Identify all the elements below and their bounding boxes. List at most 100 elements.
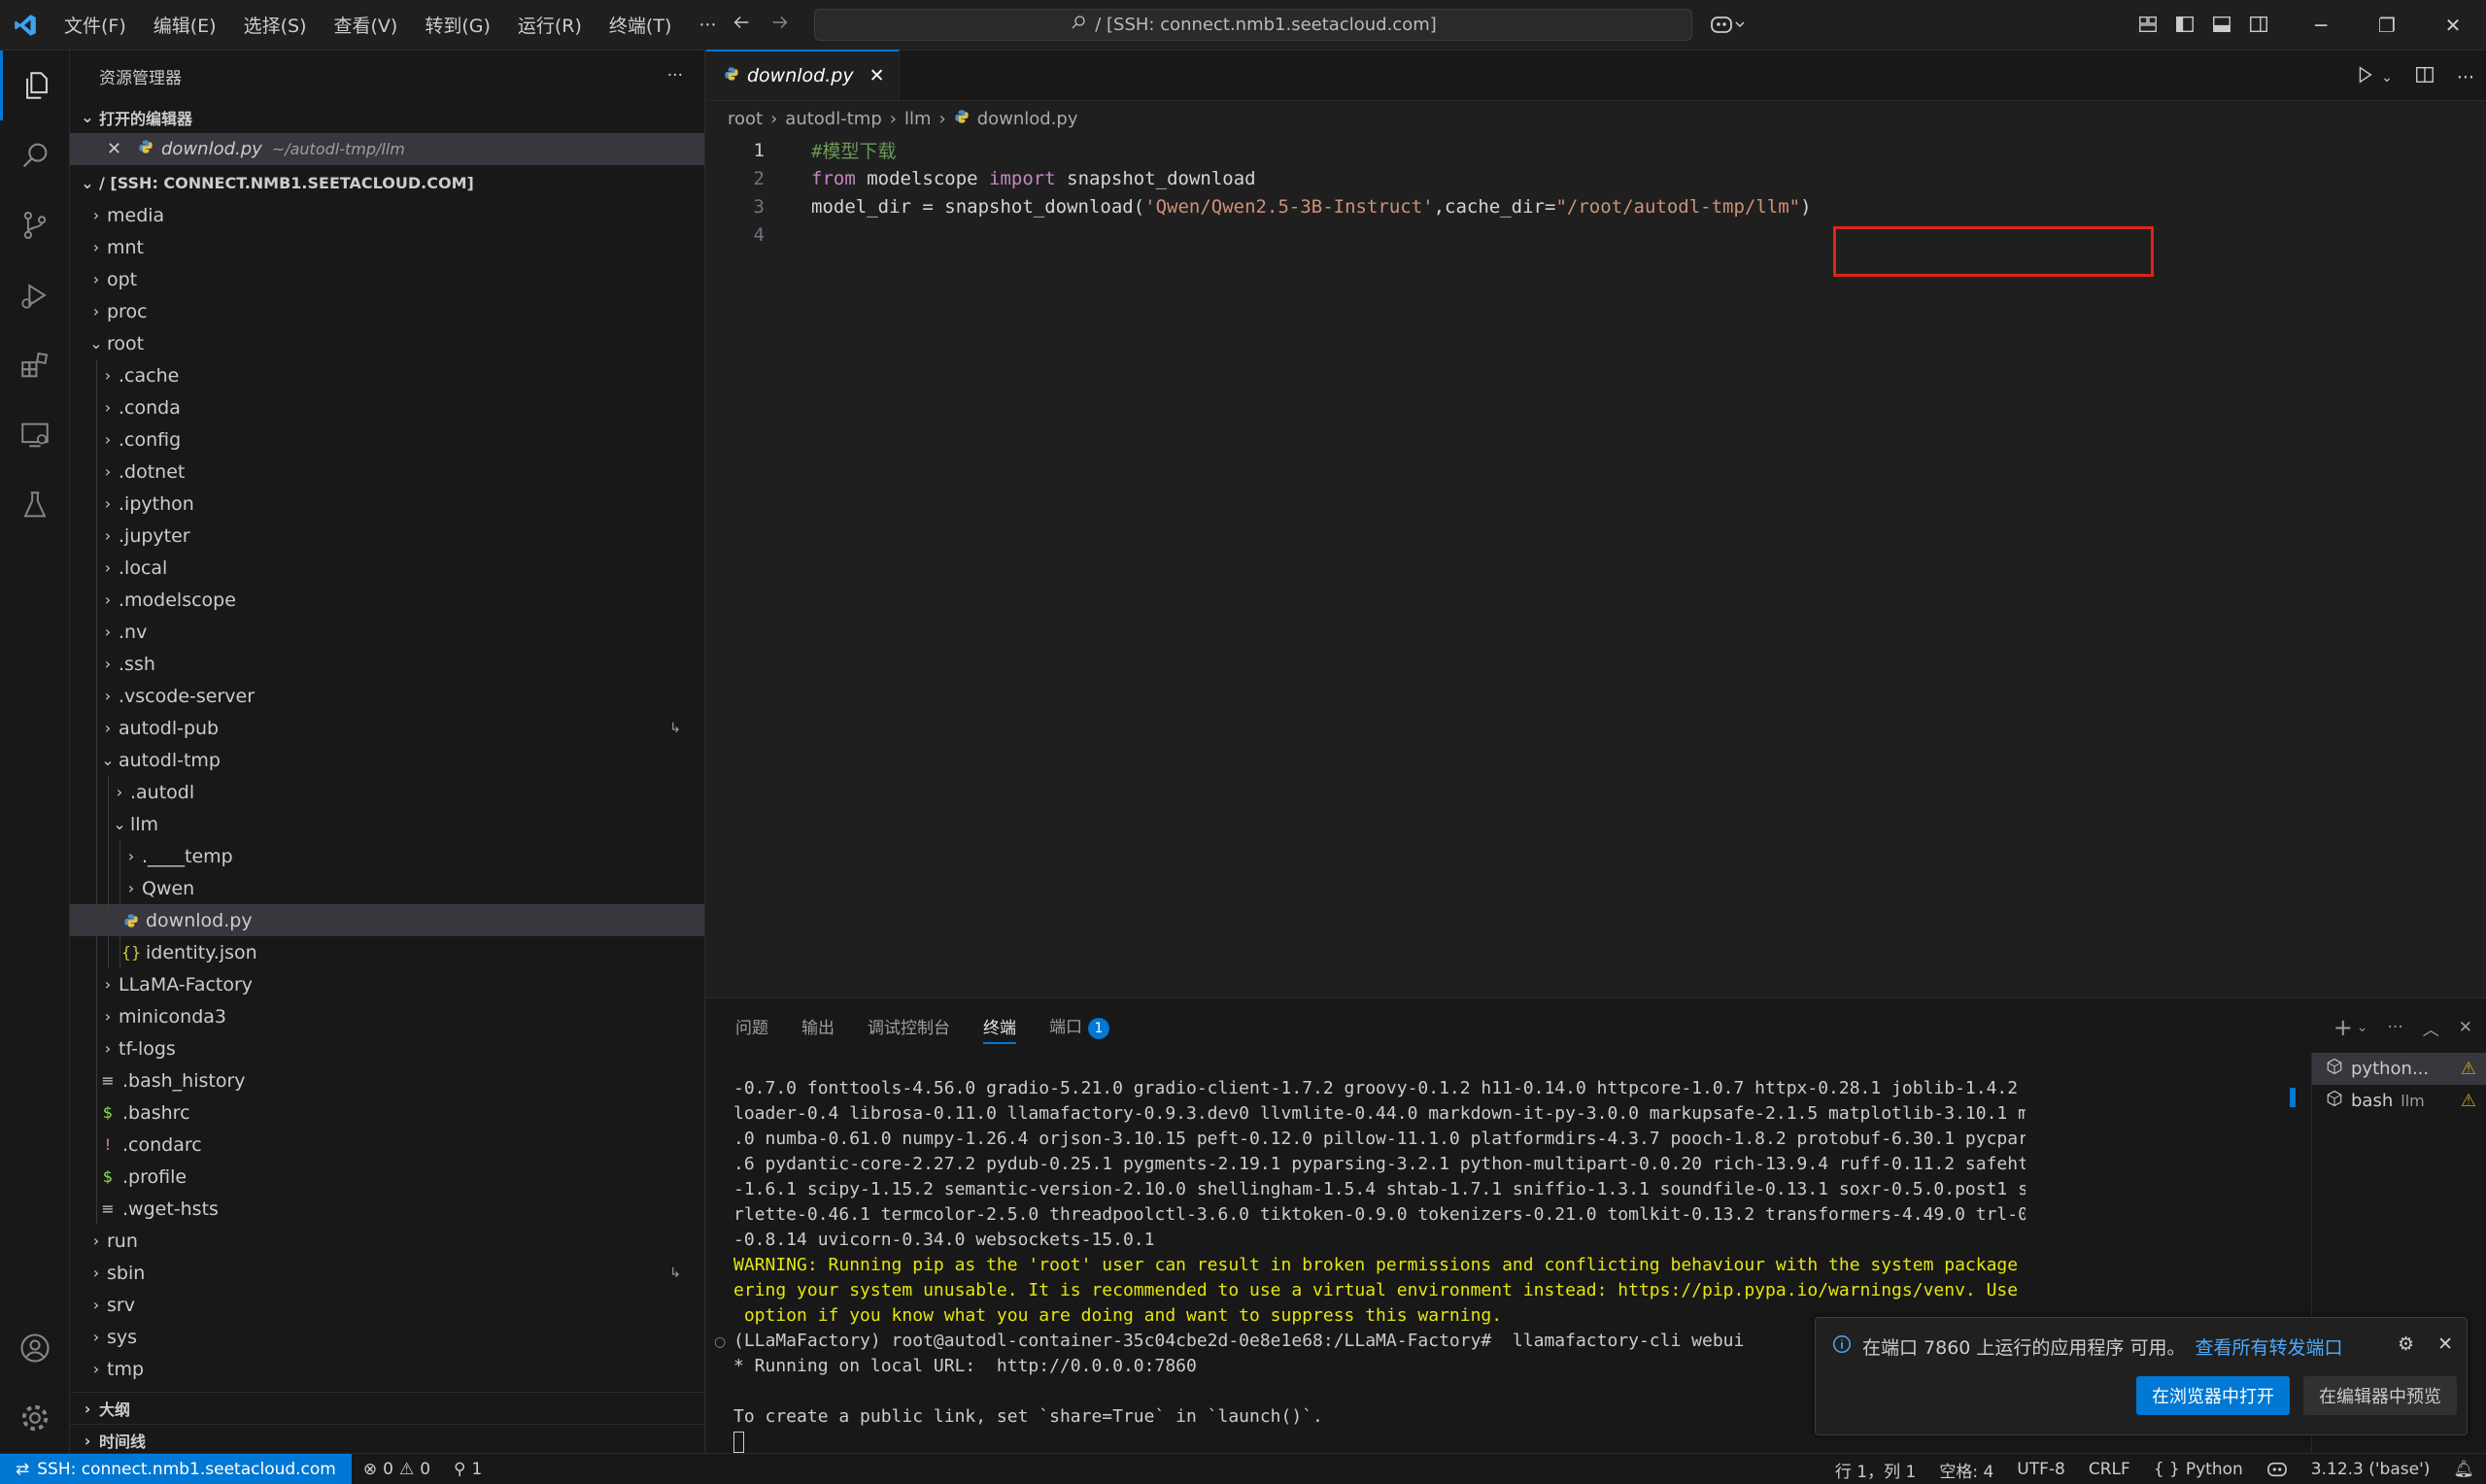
tree-item[interactable]: › .dotnet — [70, 455, 704, 488]
copilot-status-icon[interactable] — [2255, 1461, 2299, 1478]
python-interpreter[interactable]: 3.12.3 ('base') — [2299, 1460, 2442, 1479]
new-terminal-icon[interactable]: + — [2333, 1014, 2353, 1041]
menu-item[interactable]: 选择(S) — [230, 12, 321, 38]
toggle-primary-sidebar-icon[interactable] — [2174, 14, 2196, 40]
tree-item[interactable]: › .cache — [70, 359, 704, 391]
tree-item[interactable]: › media — [70, 199, 704, 231]
tree-item[interactable]: › LLaMA-Factory — [70, 968, 704, 1000]
tree-item[interactable]: › .local — [70, 552, 704, 584]
tree-item[interactable]: › .ssh — [70, 648, 704, 680]
minimize-icon[interactable]: ─ — [2288, 0, 2354, 51]
chevron-down-icon[interactable]: ⌄ — [2357, 1020, 2368, 1035]
back-arrow-icon[interactable] — [731, 12, 752, 38]
tree-item[interactable]: ⌄ llm — [70, 808, 704, 840]
menu-overflow[interactable]: ··· — [685, 15, 730, 36]
breadcrumb-item[interactable]: llm — [904, 109, 932, 129]
menu-item[interactable]: 运行(R) — [504, 12, 596, 38]
tree-item[interactable]: ≡ .wget-hsts — [70, 1193, 704, 1225]
code-line[interactable]: 3 model_dir = snapshot_download('Qwen/Qwe… — [706, 192, 2486, 220]
close-panel-icon[interactable]: ✕ — [2459, 1018, 2472, 1037]
encoding[interactable]: UTF-8 — [2005, 1460, 2077, 1479]
panel-tab[interactable]: 端口 1 — [1049, 1013, 1109, 1039]
close-editor-icon[interactable]: ✕ — [107, 139, 128, 159]
panel-tab[interactable]: 问题 — [735, 1014, 768, 1038]
testing-flask-icon[interactable] — [0, 470, 70, 540]
source-control-icon[interactable] — [0, 190, 70, 260]
tree-item[interactable]: › .modelscope — [70, 584, 704, 616]
workspace-root-header[interactable]: ⌄ / [SSH: CONNECT.NMB1.SEETACLOUD.COM] — [70, 167, 704, 199]
tree-item[interactable]: › .config — [70, 423, 704, 455]
more-actions-icon[interactable]: ··· — [667, 66, 683, 85]
close-tab-icon[interactable]: ✕ — [869, 65, 885, 86]
tree-item[interactable]: › sbin ↳ — [70, 1257, 704, 1289]
split-editor-icon[interactable] — [2414, 64, 2435, 90]
tree-item[interactable]: › opt — [70, 263, 704, 295]
maximize-panel-icon[interactable]: ︿ — [2423, 1016, 2439, 1040]
language-mode[interactable]: { } Python — [2142, 1460, 2255, 1479]
tree-item[interactable]: ⌄ root — [70, 327, 704, 359]
menu-item[interactable]: 文件(F) — [51, 12, 140, 38]
tree-item[interactable]: › tmp — [70, 1353, 704, 1385]
breadcrumb-item[interactable]: autodl-tmp — [785, 109, 881, 129]
menu-item[interactable]: 转到(G) — [411, 12, 504, 38]
tree-item[interactable]: ⌄ autodl-tmp — [70, 744, 704, 776]
extensions-icon[interactable] — [0, 330, 70, 400]
tree-item[interactable]: › .conda — [70, 391, 704, 423]
tree-item[interactable]: $ .profile — [70, 1161, 704, 1193]
remote-indicator[interactable]: ⇄ SSH: connect.nmb1.seetacloud.com — [0, 1453, 352, 1484]
search-view-icon[interactable] — [0, 120, 70, 190]
run-python-icon[interactable] — [2354, 64, 2375, 90]
copilot-icon[interactable] — [1710, 12, 1745, 42]
tree-item[interactable]: › run — [70, 1225, 704, 1257]
close-window-icon[interactable]: ✕ — [2420, 0, 2486, 51]
tree-item[interactable]: › miniconda3 — [70, 1000, 704, 1032]
terminal-scrollbar[interactable] — [2290, 1088, 2296, 1107]
tree-item[interactable]: › Qwen — [70, 872, 704, 904]
menu-item[interactable]: 查看(V) — [321, 12, 412, 38]
open-editor-item[interactable]: ✕ downlod.py ~/autodl-tmp/llm — [70, 133, 704, 165]
tree-item[interactable]: downlod.py — [70, 904, 704, 936]
cursor-position[interactable]: 行 1，列 1 — [1823, 1458, 1927, 1482]
tree-item[interactable]: › tf-logs — [70, 1032, 704, 1064]
view-forwarded-ports-link[interactable]: 查看所有转发端口 — [2195, 1333, 2342, 1360]
customize-layout-icon[interactable] — [2137, 14, 2159, 40]
timeline-header[interactable]: › 时间线 — [70, 1424, 704, 1453]
forward-arrow-icon[interactable] — [769, 12, 791, 38]
tree-item[interactable]: › .nv — [70, 616, 704, 648]
run-debug-icon[interactable] — [0, 260, 70, 330]
panel-tab[interactable]: 输出 — [801, 1014, 834, 1038]
open-editors-header[interactable]: ⌄ 打开的编辑器 — [70, 101, 704, 133]
indentation[interactable]: 空格: 4 — [1927, 1458, 2005, 1482]
code-line[interactable]: 4 — [706, 220, 2486, 249]
tree-item[interactable]: › .autodl — [70, 776, 704, 808]
code-editor[interactable]: 1 #模型下载 2 from modelscope import snapshot_d… — [706, 136, 2486, 249]
tab-downlod-py[interactable]: downlod.py ✕ — [706, 50, 900, 100]
terminal-instance[interactable]: python... ⚠ — [2312, 1053, 2486, 1085]
tree-item[interactable]: › .ipython — [70, 488, 704, 520]
explorer-icon[interactable] — [0, 51, 70, 120]
notification-settings-gear-icon[interactable]: ⚙ — [2398, 1333, 2414, 1355]
terminal-instance[interactable]: bash llm ⚠ — [2312, 1085, 2486, 1117]
outline-header[interactable]: › 大纲 — [70, 1392, 704, 1424]
more-actions-icon[interactable]: ··· — [2457, 67, 2474, 88]
tree-item[interactable]: ! .condarc — [70, 1129, 704, 1161]
open-in-browser-button[interactable]: 在浏览器中打开 — [2136, 1376, 2290, 1415]
tree-item[interactable]: {} identity.json — [70, 936, 704, 968]
tree-item[interactable]: › srv — [70, 1289, 704, 1321]
command-center-search[interactable]: / [SSH: connect.nmb1.seetacloud.com] — [814, 9, 1692, 41]
breadcrumb-item[interactable]: downlod.py — [977, 109, 1078, 129]
problems-indicator[interactable]: ⊗ 0 ⚠ 0 — [352, 1460, 442, 1479]
line-ending[interactable]: CRLF — [2077, 1460, 2142, 1479]
chevron-down-icon[interactable]: ⌄ — [2381, 70, 2393, 85]
tree-item[interactable]: › sys — [70, 1321, 704, 1353]
panel-tab[interactable]: 调试控制台 — [868, 1014, 950, 1038]
ports-indicator[interactable]: ⚲ 1 — [442, 1460, 494, 1479]
breadcrumb-item[interactable]: root — [728, 109, 763, 129]
tree-item[interactable]: › .jupyter — [70, 520, 704, 552]
menu-item[interactable]: 终端(T) — [596, 12, 685, 38]
tree-item[interactable]: › .vscode-server — [70, 680, 704, 712]
tree-item[interactable]: ≡ .bash_history — [70, 1064, 704, 1096]
tree-item[interactable]: › mnt — [70, 231, 704, 263]
code-line[interactable]: 2 from modelscope import snapshot_downloa… — [706, 164, 2486, 192]
menu-item[interactable]: 编辑(E) — [140, 12, 230, 38]
